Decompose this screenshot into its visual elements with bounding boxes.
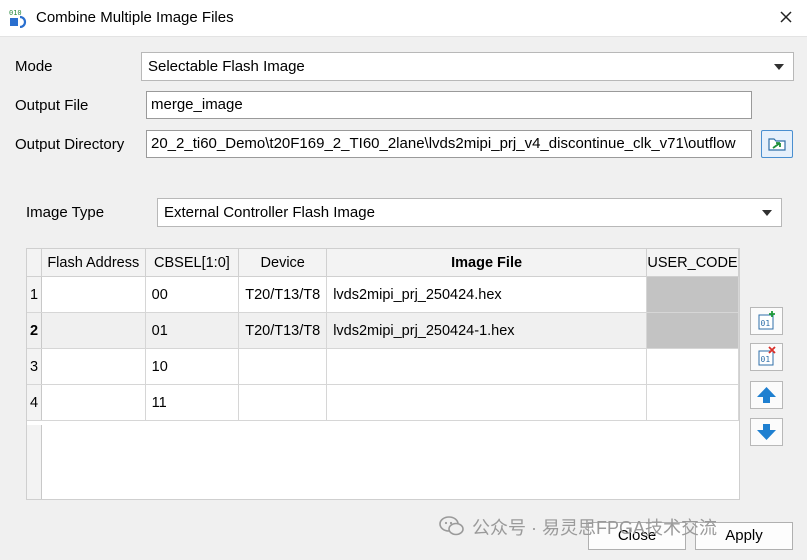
cell-device[interactable] xyxy=(238,348,328,385)
cell-user-code[interactable] xyxy=(646,348,739,385)
cell-user-code[interactable] xyxy=(646,312,739,349)
table-row[interactable]: 3 10 xyxy=(27,348,739,385)
close-icon[interactable] xyxy=(775,6,797,28)
output-file-label: Output File xyxy=(15,97,89,114)
image-type-label: Image Type xyxy=(26,204,105,221)
column-header-flash-address[interactable]: Flash Address xyxy=(41,249,146,277)
mode-select[interactable]: Selectable Flash Image xyxy=(141,52,794,81)
table-row[interactable]: 2 01 T20/T13/T8 lvds2mipi_prj_250424-1.h… xyxy=(27,312,739,349)
move-up-icon xyxy=(757,387,776,403)
column-header-user-code[interactable]: USER_CODE xyxy=(646,249,739,277)
row-number[interactable]: 4 xyxy=(27,384,42,421)
watermark-text: 公众号 · 易灵思FPGA技术交流 xyxy=(472,518,718,538)
cell-device[interactable]: T20/T13/T8 xyxy=(238,312,328,349)
combine-files-icon: 010 xyxy=(9,9,27,28)
row-number[interactable]: 1 xyxy=(27,276,42,313)
cell-device[interactable]: T20/T13/T8 xyxy=(238,276,328,313)
cell-device[interactable] xyxy=(238,384,328,421)
wechat-icon xyxy=(439,516,464,536)
table-row[interactable]: 4 11 xyxy=(27,384,739,421)
cell-cbsel[interactable]: 11 xyxy=(145,384,240,421)
column-header-image-file[interactable]: Image File xyxy=(326,249,647,277)
table-header-row: Flash Address CBSEL[1:0] Device Image Fi… xyxy=(27,249,739,277)
remove-file-icon: 01 xyxy=(758,346,776,366)
output-directory-input[interactable]: 20_2_ti60_Demo\t20F169_2_TI60_2lane\lvds… xyxy=(146,130,752,158)
cell-image-file[interactable] xyxy=(326,384,647,421)
cell-user-code[interactable] xyxy=(646,276,739,313)
output-file-input[interactable]: merge_image xyxy=(146,91,752,119)
cell-cbsel[interactable]: 10 xyxy=(145,348,240,385)
row-header-filler xyxy=(27,425,42,499)
output-directory-label: Output Directory xyxy=(15,136,125,153)
add-file-icon: 01 xyxy=(758,311,775,330)
cell-cbsel[interactable]: 00 xyxy=(145,276,240,313)
mode-select-value: Selectable Flash Image xyxy=(148,58,305,75)
cell-flash-address[interactable] xyxy=(41,312,146,349)
cell-flash-address[interactable] xyxy=(41,384,146,421)
cell-cbsel[interactable]: 01 xyxy=(145,312,240,349)
table-row[interactable]: 1 00 T20/T13/T8 lvds2mipi_prj_250424.hex xyxy=(27,276,739,313)
chevron-down-icon xyxy=(762,210,772,216)
window-title: Combine Multiple Image Files xyxy=(36,9,234,26)
move-down-button[interactable] xyxy=(750,418,783,446)
image-type-select-value: External Controller Flash Image xyxy=(164,204,375,221)
cell-image-file[interactable]: lvds2mipi_prj_250424-1.hex xyxy=(326,312,647,349)
cell-flash-address[interactable] xyxy=(41,276,146,313)
svg-text:01: 01 xyxy=(761,319,771,328)
image-files-table[interactable]: Flash Address CBSEL[1:0] Device Image Fi… xyxy=(26,248,740,500)
row-number[interactable]: 3 xyxy=(27,348,42,385)
svg-text:010: 010 xyxy=(9,9,22,17)
title-bar: 010 Combine Multiple Image Files xyxy=(0,0,807,37)
folder-browse-icon xyxy=(768,138,786,151)
cell-image-file[interactable]: lvds2mipi_prj_250424.hex xyxy=(326,276,647,313)
cell-flash-address[interactable] xyxy=(41,348,146,385)
row-number[interactable]: 2 xyxy=(27,312,42,349)
column-header-device[interactable]: Device xyxy=(238,249,328,277)
mode-label: Mode xyxy=(15,58,53,75)
cell-image-file[interactable] xyxy=(326,348,647,385)
output-directory-value: 20_2_ti60_Demo\t20F169_2_TI60_2lane\lvds… xyxy=(151,135,736,152)
remove-file-button[interactable]: 01 xyxy=(750,343,783,371)
chevron-down-icon xyxy=(774,64,784,70)
add-file-button[interactable]: 01 xyxy=(750,307,783,335)
move-down-icon xyxy=(757,424,776,440)
move-up-button[interactable] xyxy=(750,381,783,409)
cell-user-code[interactable] xyxy=(646,384,739,421)
browse-directory-button[interactable] xyxy=(761,130,793,158)
table-corner xyxy=(27,249,42,277)
svg-text:01: 01 xyxy=(761,355,771,364)
column-header-cbsel[interactable]: CBSEL[1:0] xyxy=(145,249,240,277)
image-type-select[interactable]: External Controller Flash Image xyxy=(157,198,782,227)
